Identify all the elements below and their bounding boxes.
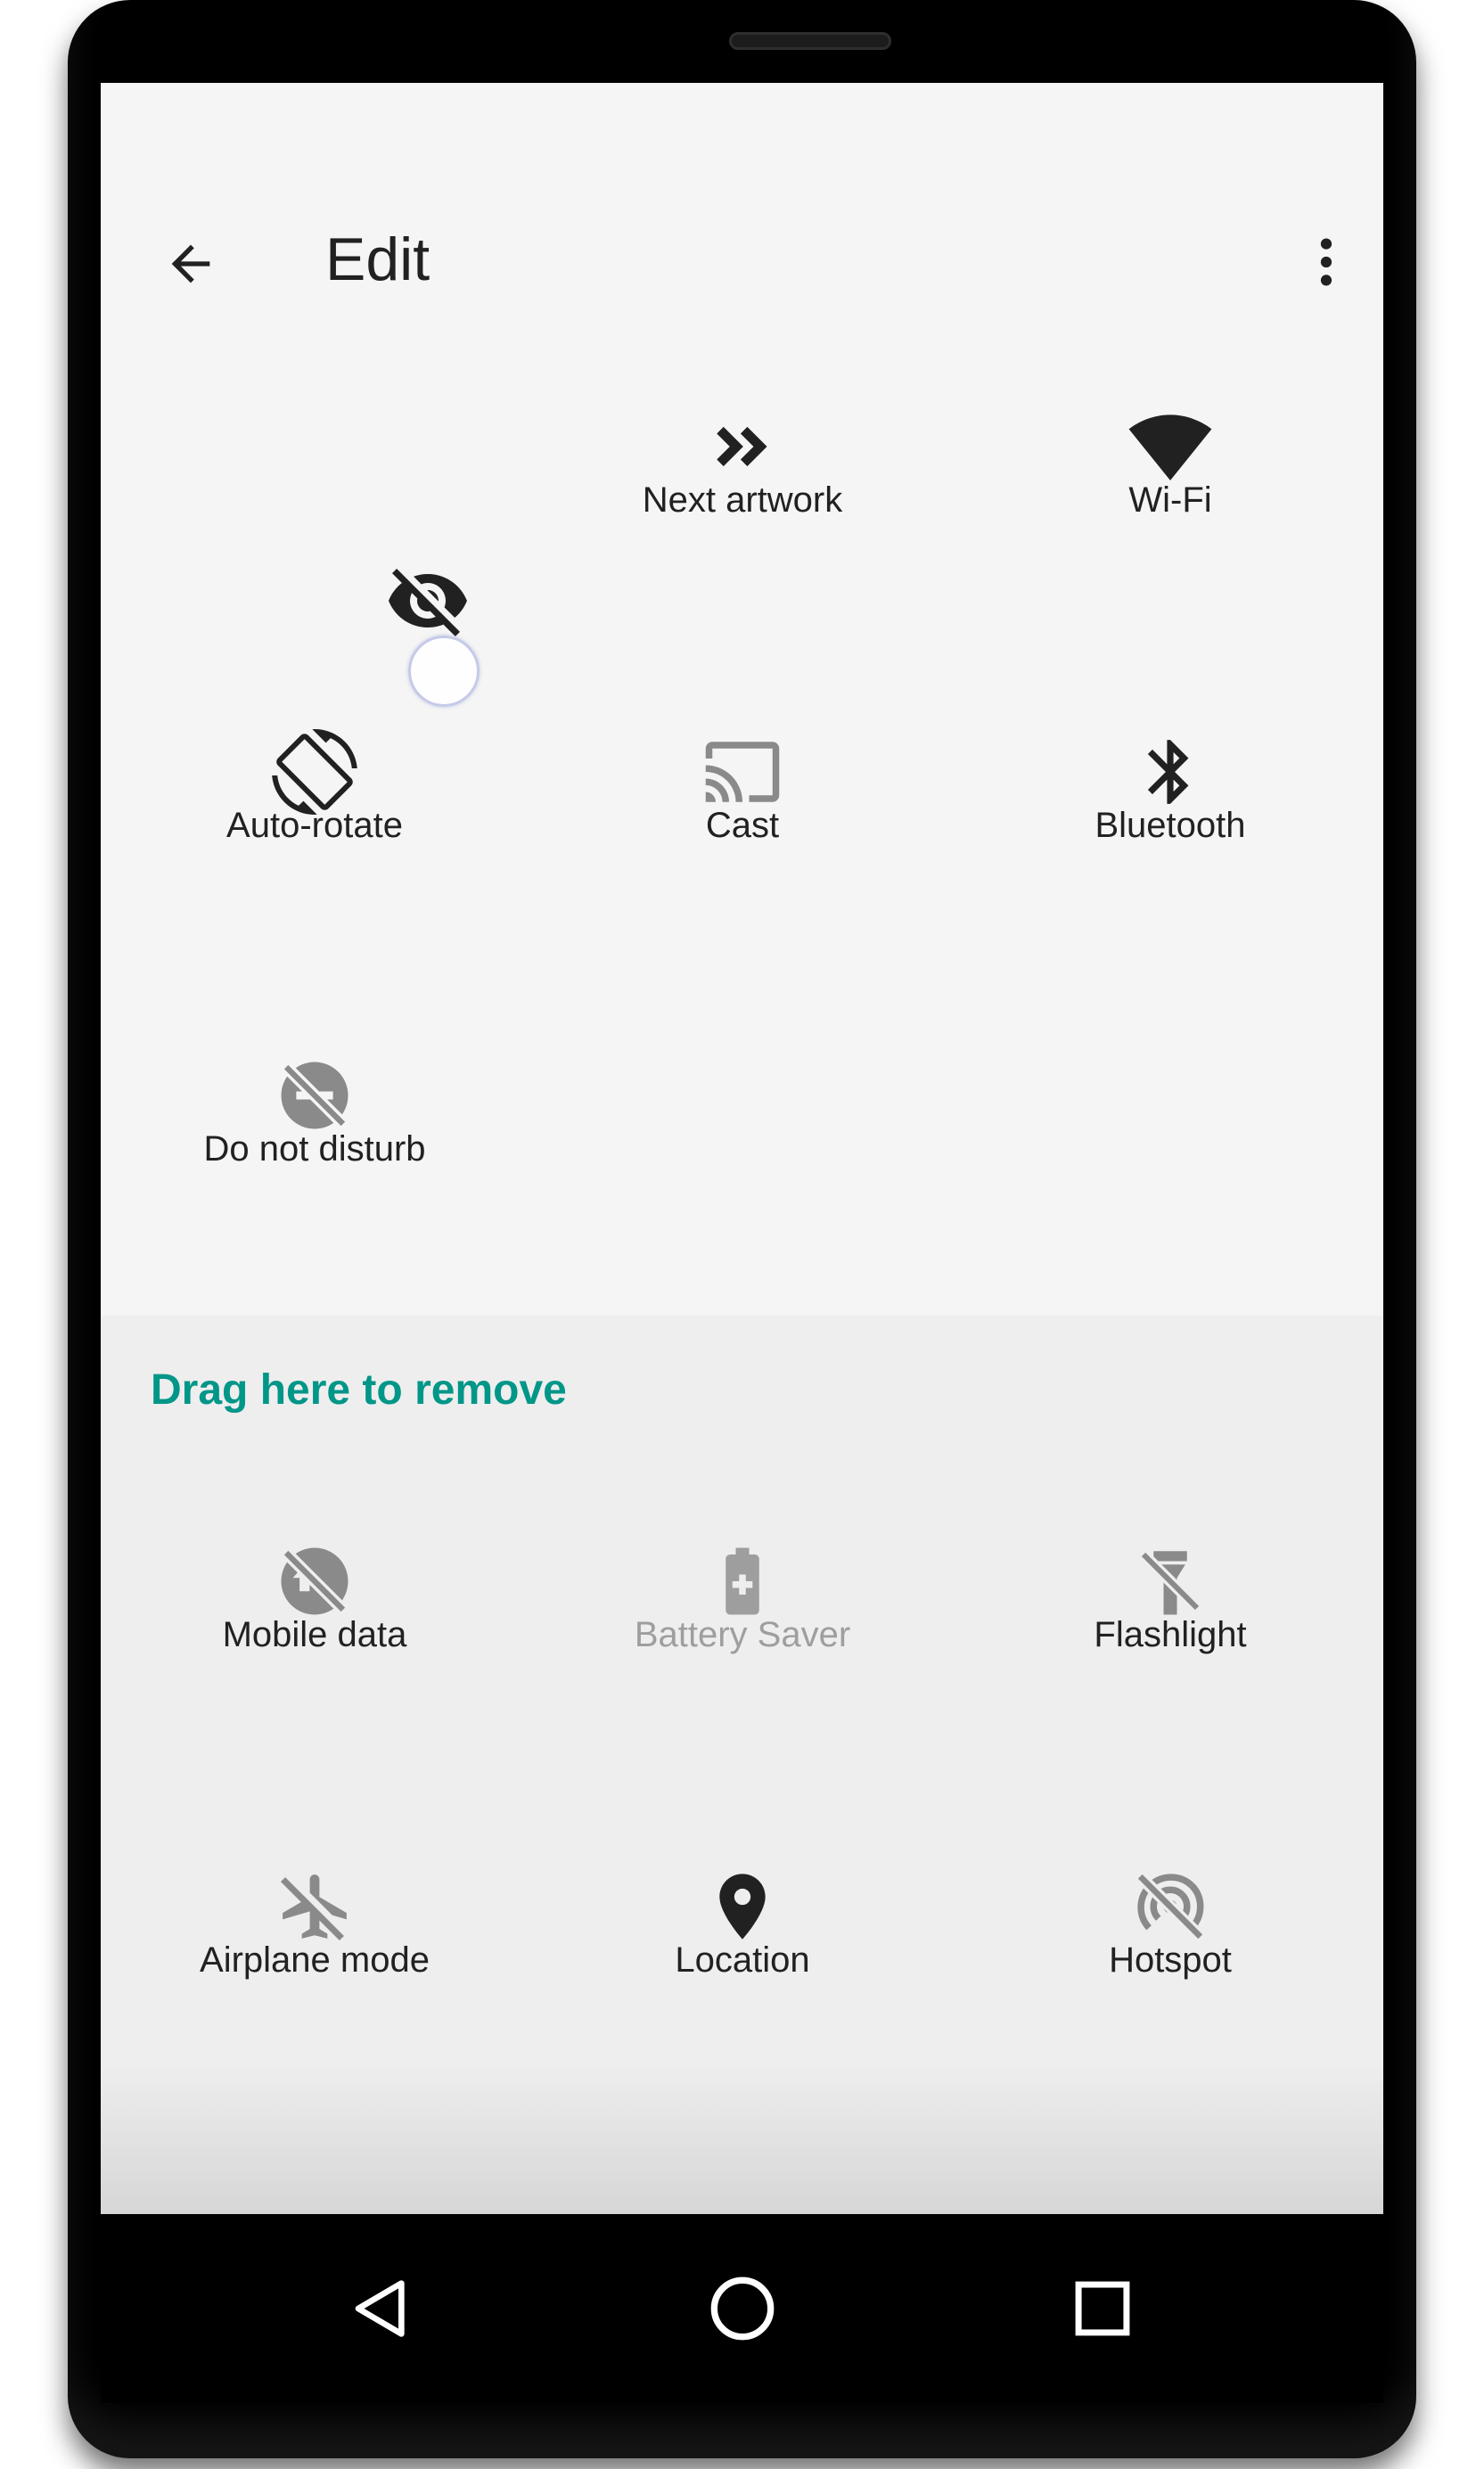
wifi-icon: [1127, 404, 1213, 489]
double-chevron-right-icon: [700, 404, 785, 489]
tile-bluetooth[interactable]: Bluetooth: [956, 729, 1383, 1050]
tile-auto-rotate[interactable]: Auto-rotate: [101, 729, 529, 1050]
tile-label: Bluetooth: [1095, 806, 1246, 845]
hotspot-off-icon: [1127, 1864, 1213, 1949]
tile-mobile-data[interactable]: Mobile data: [101, 1538, 529, 1859]
battery-saver-icon: [700, 1538, 785, 1624]
page-title: Edit: [325, 226, 430, 293]
tile-label: Next artwork: [642, 480, 843, 520]
mobile-data-off-icon: [272, 1538, 357, 1624]
nav-recents-button[interactable]: [1049, 2255, 1156, 2362]
scroll-fade: [101, 2063, 1383, 2214]
tile-label: Battery Saver: [634, 1615, 851, 1654]
do-not-disturb-off-icon: [272, 1053, 357, 1138]
speaker-grille: [729, 32, 891, 50]
nav-back-button[interactable]: [327, 2255, 434, 2362]
bluetooth-icon: [1127, 729, 1213, 815]
tile-label: Flashlight: [1094, 1615, 1247, 1654]
tile-label: Wi-Fi: [1128, 480, 1212, 520]
more-options-button[interactable]: [1295, 222, 1357, 302]
remove-section-title: Drag here to remove: [151, 1366, 567, 1414]
screen-rotation-icon: [272, 729, 357, 815]
tile-label: Location: [675, 1940, 810, 1980]
nav-recents-icon: [1075, 2281, 1130, 2336]
tile-label: Do not disturb: [203, 1129, 426, 1169]
tile-label: Airplane mode: [200, 1940, 430, 1980]
tile-label: Cast: [705, 806, 780, 845]
navigation-bar: [101, 2214, 1383, 2403]
tile-battery-saver[interactable]: Battery Saver: [529, 1538, 956, 1859]
tile-label: Hotspot: [1109, 1940, 1232, 1980]
tile-label: Auto-rotate: [226, 806, 403, 845]
toolbar: Edit: [101, 83, 1383, 359]
remove-drop-zone[interactable]: Drag here to remove Mobile data Battery …: [101, 1316, 1383, 2214]
more-vert-icon: [1320, 238, 1332, 286]
cast-icon: [700, 729, 785, 815]
tile-next-artwork[interactable]: Next artwork: [529, 404, 956, 725]
flashlight-off-icon: [1127, 1538, 1213, 1624]
screen: Edit Next artwork Wi-Fi Auto-rotate Cast…: [101, 83, 1383, 2214]
tile-flashlight[interactable]: Flashlight: [956, 1538, 1383, 1859]
tile-wifi[interactable]: Wi-Fi: [956, 404, 1383, 725]
nav-home-icon: [710, 2276, 775, 2341]
nav-home-button[interactable]: [689, 2255, 796, 2362]
tile-cast[interactable]: Cast: [529, 729, 956, 1050]
visibility-off-icon: [385, 558, 471, 644]
nav-back-icon: [355, 2280, 405, 2337]
back-button[interactable]: [151, 224, 231, 304]
airplane-off-icon: [272, 1864, 357, 1949]
location-pin-icon: [700, 1864, 785, 1949]
tile-label: Mobile data: [222, 1615, 407, 1654]
drag-touch-indicator: [408, 636, 480, 707]
arrow-back-icon: [171, 244, 210, 283]
